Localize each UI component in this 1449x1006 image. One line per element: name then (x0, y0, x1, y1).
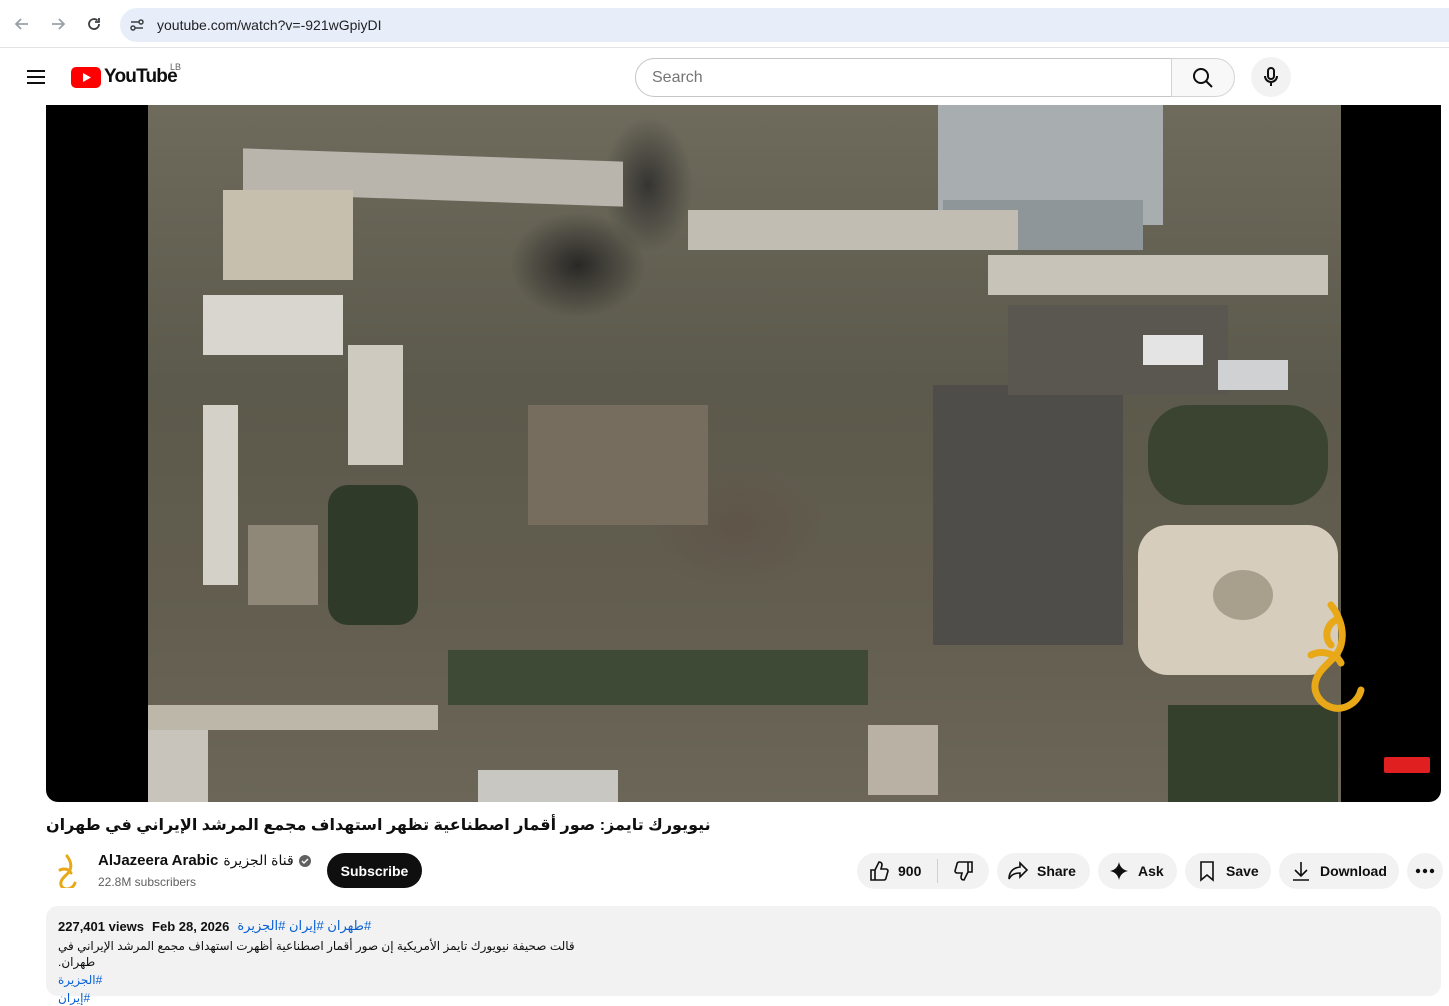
like-button[interactable]: 900 (857, 860, 937, 882)
search-icon (1193, 67, 1213, 88)
back-button[interactable] (8, 10, 36, 38)
ask-label: Ask (1138, 863, 1164, 879)
forward-button[interactable] (44, 10, 72, 38)
menu-button[interactable] (22, 65, 50, 89)
search-input[interactable] (636, 59, 1171, 96)
video-title: نيويورك تايمز: صور أقمار اصطناعية تظهر ا… (46, 815, 1441, 841)
save-label: Save (1226, 863, 1259, 879)
search-box (635, 58, 1172, 97)
satellite-image (148, 105, 1341, 802)
mic-icon (1264, 67, 1278, 86)
share-icon (1008, 861, 1029, 880)
channel-name[interactable]: AlJazeera Arabic قناة الجزيرة (98, 852, 311, 869)
search-button[interactable] (1171, 58, 1235, 97)
subscriber-count: 22.8M subscribers (98, 875, 197, 889)
ask-button[interactable]: Ask (1098, 853, 1177, 889)
aljazeera-logo-icon (58, 854, 77, 888)
save-button[interactable]: Save (1185, 853, 1271, 889)
reload-icon (88, 18, 100, 30)
download-label: Download (1320, 863, 1387, 879)
download-icon (1293, 862, 1309, 881)
hashtags[interactable]: #طهران #إيران #الجزيرة (237, 918, 371, 934)
thumbs-up-icon (870, 861, 889, 881)
verified-icon (298, 854, 311, 867)
share-label: Share (1037, 863, 1076, 879)
save-bookmark-icon (1200, 861, 1214, 882)
back-icon (14, 18, 28, 30)
dislike-button[interactable] (938, 860, 989, 882)
channel-avatar[interactable] (48, 852, 86, 890)
region-code: LB (170, 62, 182, 72)
hamburger-icon (27, 70, 45, 84)
download-button[interactable]: Download (1279, 853, 1399, 889)
description-text: قالت صحيفة نيويورك تايمز الأمريكية إن صو… (58, 939, 575, 969)
forward-icon (52, 18, 66, 30)
reload-button[interactable] (80, 10, 108, 38)
description-meta: 227,401 views Feb 28, 2026 #طهران #إيران… (58, 918, 1429, 934)
description-hashtag[interactable]: #إيران (58, 990, 118, 1006)
subscribe-button[interactable]: Subscribe (327, 853, 422, 888)
url-text: youtube.com/watch?v=-921wGpiyDI (157, 17, 382, 33)
aljazeera-watermark-icon (1291, 600, 1371, 720)
video-title-text: نيويورك تايمز: صور أقمار اصطناعية تظهر ا… (46, 817, 711, 834)
youtube-header: YouTube LB (0, 48, 1449, 105)
site-info-icon[interactable] (128, 16, 146, 34)
description-box[interactable]: 227,401 views Feb 28, 2026 #طهران #إيران… (46, 906, 1441, 1005)
voice-search-button[interactable] (1251, 57, 1291, 97)
address-bar[interactable]: youtube.com/watch?v=-921wGpiyDI (120, 8, 1449, 42)
youtube-logo[interactable]: YouTube (71, 66, 178, 88)
like-dislike-group: 900 (857, 853, 989, 889)
live-badge-icon (1384, 757, 1430, 773)
channel-name-ar: قناة الجزيرة (223, 852, 294, 868)
youtube-logo-icon (71, 66, 101, 88)
share-button[interactable]: Share (997, 853, 1090, 889)
view-count: 227,401 views (58, 918, 145, 934)
ask-sparkle-icon (1110, 862, 1128, 880)
channel-name-en: AlJazeera Arabic (98, 852, 219, 869)
logo-text: YouTube (104, 66, 178, 87)
more-actions-button[interactable] (1407, 853, 1443, 889)
browser-toolbar: youtube.com/watch?v=-921wGpiyDI (0, 0, 1449, 48)
like-count: 900 (898, 863, 922, 879)
thumbs-down-icon (953, 861, 973, 881)
video-player[interactable] (46, 105, 1441, 802)
description-hashtag[interactable]: #الجزيرة (58, 972, 118, 988)
more-icon (1415, 868, 1435, 874)
upload-date: Feb 28, 2026 (152, 918, 230, 934)
